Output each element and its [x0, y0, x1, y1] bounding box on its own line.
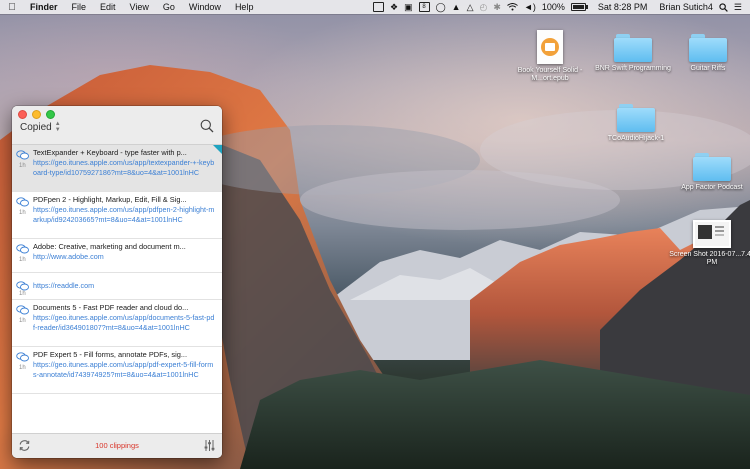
- new-clip-flag-icon: [213, 145, 222, 154]
- clip-title: Documents 5 - Fast PDF reader and cloud …: [33, 303, 189, 312]
- clock[interactable]: Sat 8:28 PM: [598, 2, 648, 12]
- apple-menu-icon[interactable]: : [0, 2, 24, 13]
- clip-item[interactable]: 1h TextExpander + Keyboard - type faster…: [12, 145, 222, 192]
- clip-item[interactable]: 1h PDFpen 2 - Highlight, Markup, Edit, F…: [12, 192, 222, 239]
- clip-age: 1h: [19, 365, 26, 371]
- window-footer: 100 clippings: [12, 433, 222, 458]
- desktop-item-app-factor-podcast[interactable]: App Factor Podcast: [667, 153, 750, 192]
- chat-bubbles-icon: [16, 305, 29, 315]
- menu-help[interactable]: Help: [228, 2, 261, 12]
- display-icon[interactable]: [373, 2, 384, 12]
- minimize-button[interactable]: [32, 110, 41, 119]
- menu-window[interactable]: Window: [182, 2, 228, 12]
- clip-item[interactable]: 1h Documents 5 - Fast PDF reader and clo…: [12, 300, 222, 347]
- chat-bubbles-icon: [16, 197, 29, 207]
- clipboard-window: Copied ▲ ▼ 1h TextExpander + Keyboard - t…: [12, 106, 222, 458]
- desktop-item-label: TCoAudioHijack-1: [607, 135, 665, 142]
- desktop-item-label: Book Yourself Solid - M...ort.epub: [517, 67, 583, 82]
- folder-icon: [617, 104, 655, 132]
- clip-title: PDFpen 2 - Highlight, Markup, Edit, Fill…: [33, 195, 187, 204]
- search-icon: [200, 119, 214, 133]
- desktop-item-screen-shot[interactable]: Screen Shot 2016-07...7.48 PM: [667, 220, 750, 267]
- menu-bar:  Finder File Edit View Go Window Help ❖…: [0, 0, 750, 14]
- search-button[interactable]: [200, 119, 214, 133]
- volume-icon[interactable]: ◄): [524, 2, 536, 12]
- menu-view[interactable]: View: [123, 2, 156, 12]
- clip-list[interactable]: 1h TextExpander + Keyboard - type faster…: [12, 145, 222, 435]
- settings-button[interactable]: [203, 439, 216, 452]
- fire-icon[interactable]: ▲: [452, 2, 461, 12]
- flask-icon[interactable]: △: [467, 2, 474, 13]
- clip-url[interactable]: https://readdle.com: [33, 281, 216, 291]
- clip-item[interactable]: 1h PDF Expert 5 - Fill forms, annotate P…: [12, 347, 222, 394]
- clip-url[interactable]: https://geo.itunes.apple.com/us/app/docu…: [33, 313, 216, 333]
- dropbox-icon[interactable]: ❖: [390, 2, 398, 13]
- trash-icon[interactable]: ▣: [404, 2, 413, 13]
- folder-icon: [614, 34, 652, 62]
- epub-icon: [537, 30, 563, 64]
- close-button[interactable]: [18, 110, 27, 119]
- notification-center-icon[interactable]: ☰: [734, 2, 742, 13]
- clip-age: 1h: [19, 291, 26, 297]
- clipping-count: 100 clippings: [95, 441, 139, 450]
- menu-edit[interactable]: Edit: [93, 2, 123, 12]
- clip-title: Adobe: Creative, marketing and document …: [33, 242, 186, 251]
- textexpander-icon[interactable]: ◯: [436, 2, 446, 13]
- desktop-item-epub[interactable]: Book Yourself Solid - M...ort.epub: [505, 30, 595, 83]
- window-titlebar[interactable]: Copied ▲ ▼: [12, 106, 222, 145]
- battery-percent: 100%: [541, 2, 565, 12]
- desktop-item-label: Screen Shot 2016-07...7.48 PM: [669, 251, 750, 266]
- bluetooth-icon[interactable]: ✱: [493, 2, 501, 13]
- clip-item[interactable]: 1h Adobe: Creative, marketing and docume…: [12, 239, 222, 273]
- chat-bubbles-icon: [16, 281, 29, 291]
- clip-url[interactable]: http://www.adobe.com: [33, 252, 216, 262]
- desktop-item-label: Guitar Riffs: [690, 65, 726, 72]
- clip-age: 1h: [19, 210, 26, 216]
- clip-url[interactable]: https://geo.itunes.apple.com/us/app/pdf-…: [33, 360, 216, 380]
- desktop-item-tcoaudiohijack[interactable]: TCoAudioHijack-1: [591, 104, 681, 143]
- user-name[interactable]: Brian Sutich4: [659, 2, 713, 12]
- chat-bubbles-icon: [16, 244, 29, 254]
- chat-bubbles-icon: [16, 150, 29, 160]
- calendar-icon[interactable]: 8: [418, 2, 430, 12]
- desktop-item-guitar-riffs[interactable]: Guitar Riffs: [663, 34, 750, 73]
- battery-icon[interactable]: [570, 3, 588, 11]
- chat-bubbles-icon: [16, 352, 29, 362]
- status-area: ❖ ▣ 8 ◯ ▲ △ ◴ ✱ ◄) 100% Sat 8:28 PM Bria…: [373, 2, 750, 13]
- clip-age: 1h: [19, 318, 26, 324]
- filter-label: Copied: [20, 121, 52, 133]
- sliders-icon: [204, 440, 215, 451]
- menu-finder[interactable]: Finder: [24, 2, 65, 12]
- updown-chevron-icon: ▲ ▼: [54, 121, 61, 133]
- clip-item[interactable]: 1h https://readdle.com: [12, 273, 222, 300]
- folder-icon: [693, 153, 731, 181]
- clip-url[interactable]: https://geo.itunes.apple.com/us/app/pdfp…: [33, 205, 216, 225]
- zoom-button[interactable]: [46, 110, 55, 119]
- screenshot-icon: [693, 220, 731, 248]
- clip-title: TextExpander + Keyboard - type faster wi…: [33, 148, 187, 157]
- desktop-item-label: App Factor Podcast: [681, 184, 743, 191]
- clip-title: PDF Expert 5 - Fill forms, annotate PDFs…: [33, 350, 188, 359]
- menu-file[interactable]: File: [65, 2, 94, 12]
- filter-dropdown[interactable]: Copied ▲ ▼: [20, 121, 61, 133]
- time-machine-icon[interactable]: ◴: [480, 2, 488, 13]
- clip-age: 1h: [19, 257, 26, 263]
- clip-url[interactable]: https://geo.itunes.apple.com/us/app/text…: [33, 158, 216, 178]
- clip-age: 1h: [19, 163, 26, 169]
- menu-go[interactable]: Go: [156, 2, 182, 12]
- folder-icon: [689, 34, 727, 62]
- window-controls: [18, 110, 55, 119]
- spotlight-search-icon[interactable]: [719, 2, 728, 12]
- wifi-icon[interactable]: [507, 3, 518, 11]
